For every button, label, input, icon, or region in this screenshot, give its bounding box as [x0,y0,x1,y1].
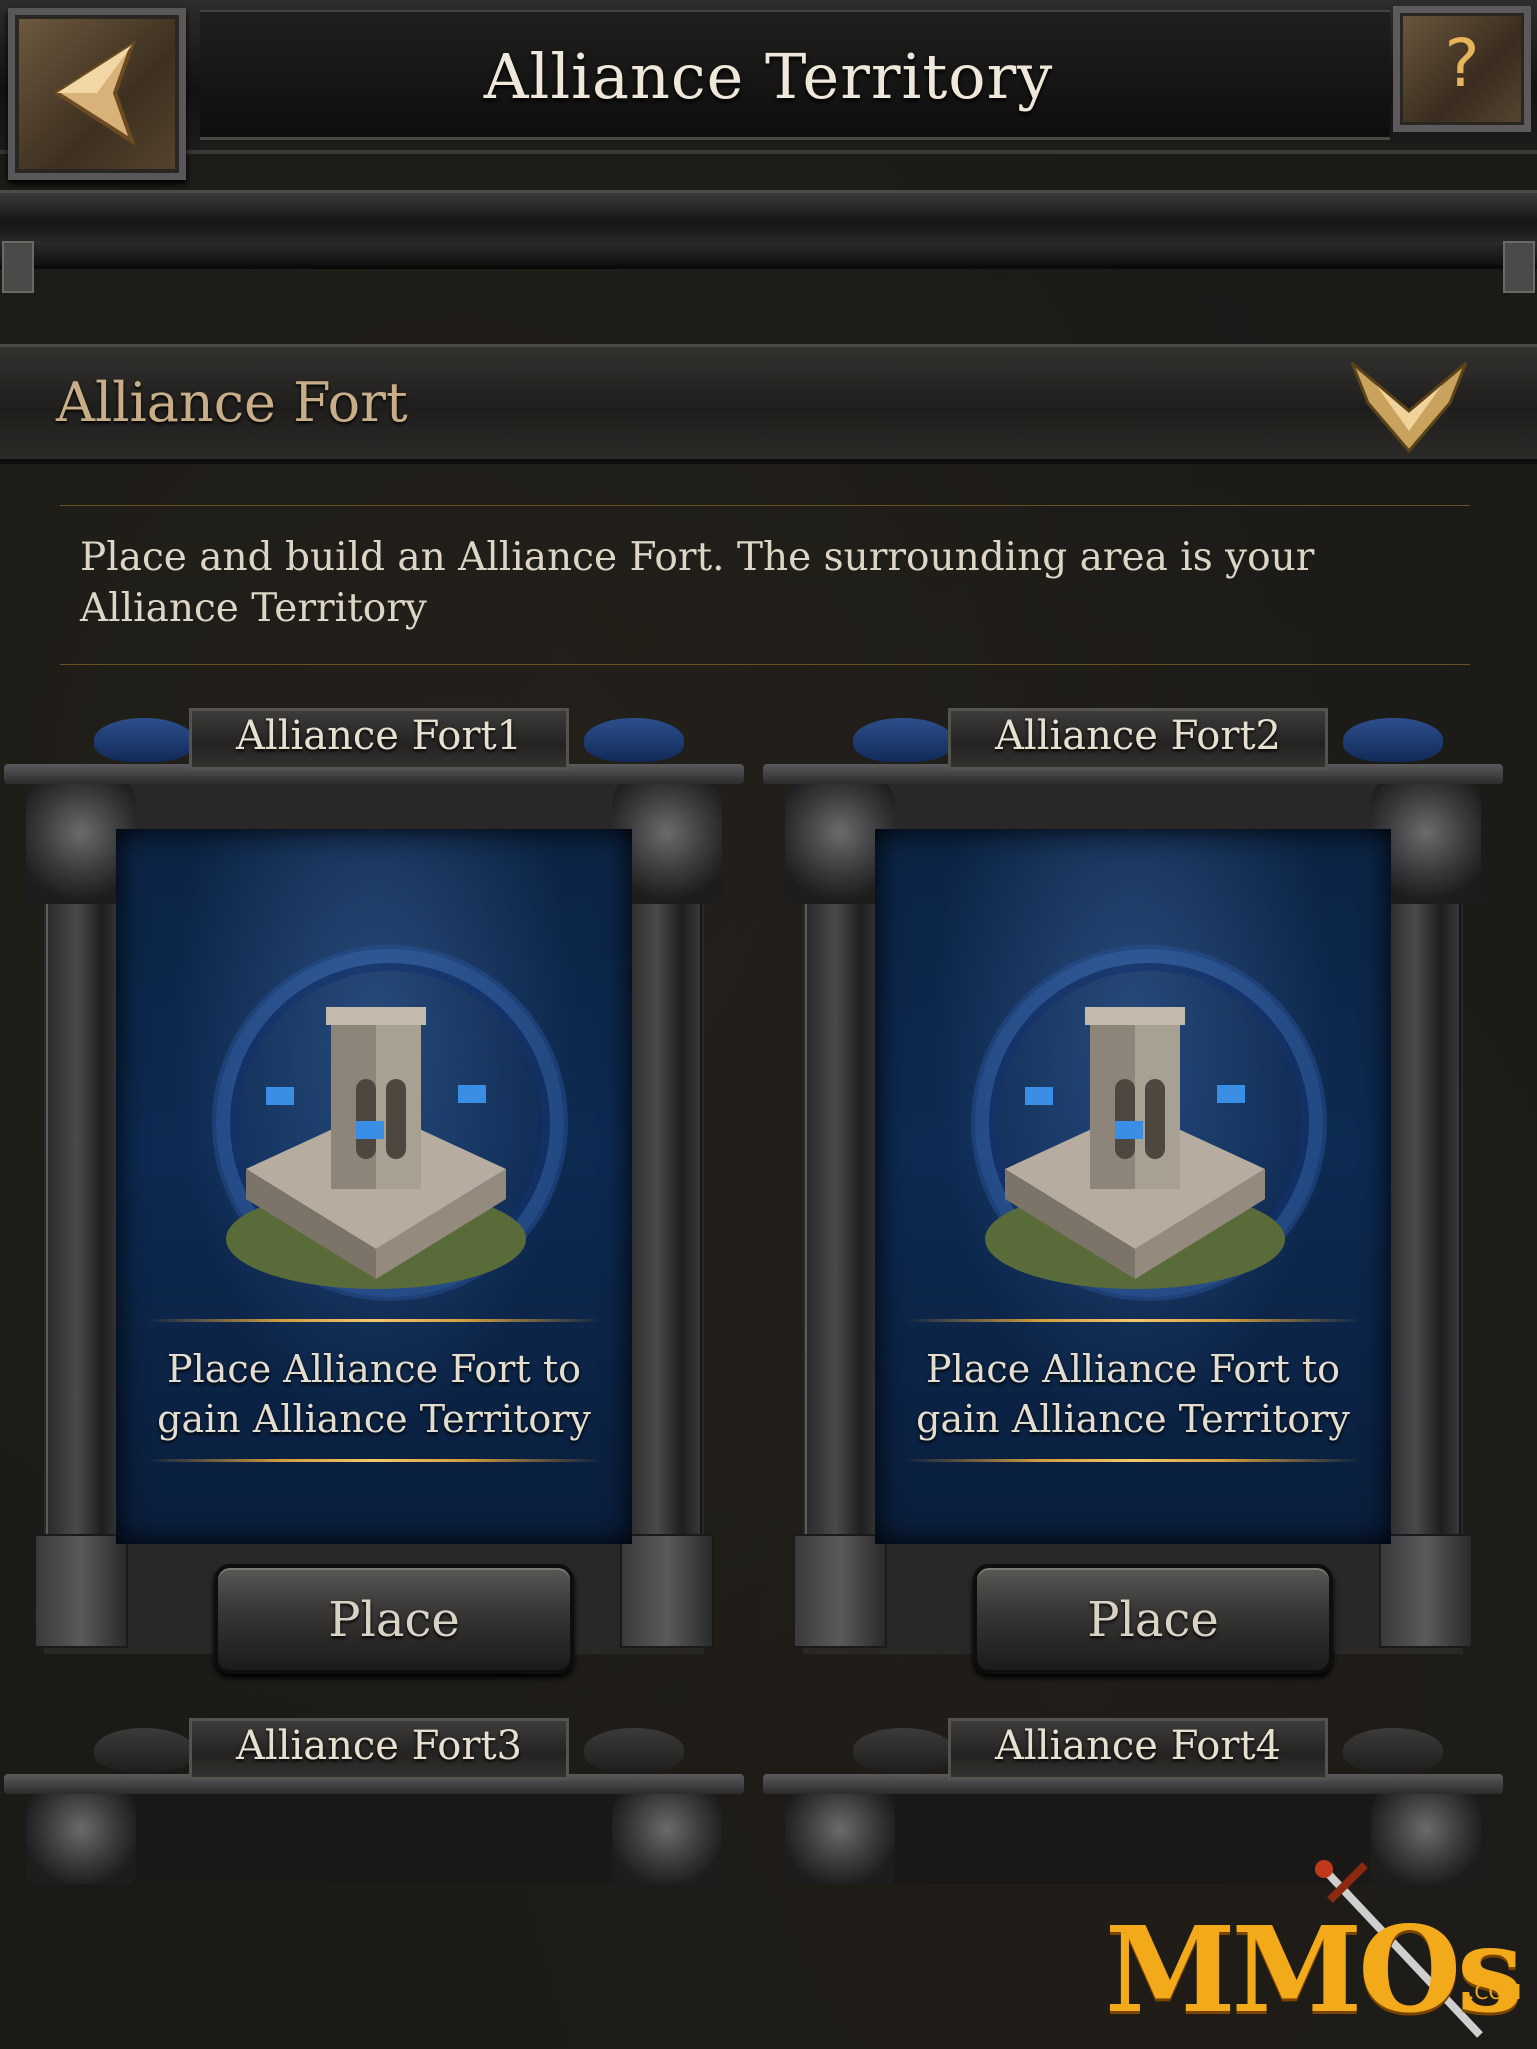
chevron-down-icon [1350,361,1468,454]
pillar-base-right [620,1534,714,1648]
status-line-1: Place Alliance Fort to [926,1347,1340,1391]
alliance-fort-section-header[interactable]: Alliance Fort [0,344,1537,464]
fort-name: Alliance Fort1 [236,713,522,759]
question-mark-icon: ? [1444,25,1480,102]
description-box: Place and build an Alliance Fort. The su… [60,505,1470,665]
help-button[interactable]: ? [1393,6,1531,132]
fort-name-plate: Alliance Fort3 [189,1718,569,1780]
banner-right [1343,718,1443,762]
divider-bottom [146,1459,602,1462]
pillar-left [46,814,122,1554]
fort-name: Alliance Fort4 [995,1723,1281,1769]
divider-top [905,1319,1361,1322]
banner-left [853,1728,953,1772]
fort-name-plate: Alliance Fort4 [948,1718,1328,1780]
banner-right [1343,1728,1443,1772]
banner-right [584,1728,684,1772]
status-line-2: gain Alliance Territory [157,1397,591,1441]
pillar-right [1385,814,1461,1554]
fort-card-2: Place Alliance Fort to gain Alliance Ter… [763,708,1503,1674]
fort-status: Place Alliance Fort to gain Alliance Ter… [116,1344,632,1444]
fort-card-1: Place Alliance Fort to gain Alliance Ter… [4,708,744,1674]
fort-icon [226,1007,526,1289]
banner-left [853,718,953,762]
pillar-cap-left [785,1784,895,1884]
pillar-base-left [793,1534,887,1648]
banner-left [94,1728,194,1772]
banner-right [584,718,684,762]
divider-top [146,1319,602,1322]
status-line-2: gain Alliance Territory [916,1397,1350,1441]
fort-panel: Place Alliance Fort to gain Alliance Ter… [116,829,632,1544]
section-description: Place and build an Alliance Fort. The su… [80,535,1315,631]
pillar-right [626,814,702,1554]
mmos-logo: MMOs [1105,1900,1523,2039]
header-rail [0,190,1537,293]
pillar-cap-right [612,1784,722,1884]
pillar-left [805,814,881,1554]
place-button[interactable]: Place [973,1564,1333,1674]
fort-name-plate: Alliance Fort1 [189,708,569,770]
fort-status: Place Alliance Fort to gain Alliance Ter… [875,1344,1391,1444]
card-frame: Place Alliance Fort to gain Alliance Ter… [26,774,722,1674]
fort-panel: Place Alliance Fort to gain Alliance Ter… [875,829,1391,1544]
back-button[interactable] [8,8,186,180]
pillar-base-left [34,1534,128,1648]
section-title: Alliance Fort [56,371,408,434]
pillar-cap-left [26,1784,136,1884]
mmos-logo-suffix: .COM [1468,1980,1522,2004]
banner-left [94,718,194,762]
top-bar: Alliance Territory [0,0,1537,154]
card-frame [26,1784,722,1884]
place-button[interactable]: Place [214,1564,574,1674]
fort-card-3: Alliance Fort3 [4,1718,744,1884]
back-arrow-icon [53,40,136,146]
fort-name: Alliance Fort2 [995,713,1281,759]
status-line-1: Place Alliance Fort to [167,1347,581,1391]
fort-name: Alliance Fort3 [236,1723,522,1769]
card-frame: Place Alliance Fort to gain Alliance Ter… [785,774,1481,1674]
divider-bottom [905,1459,1361,1462]
page-title: Alliance Territory [483,40,1054,113]
fort-icon [985,1007,1285,1289]
pillar-base-right [1379,1534,1473,1648]
fort-name-plate: Alliance Fort2 [948,708,1328,770]
